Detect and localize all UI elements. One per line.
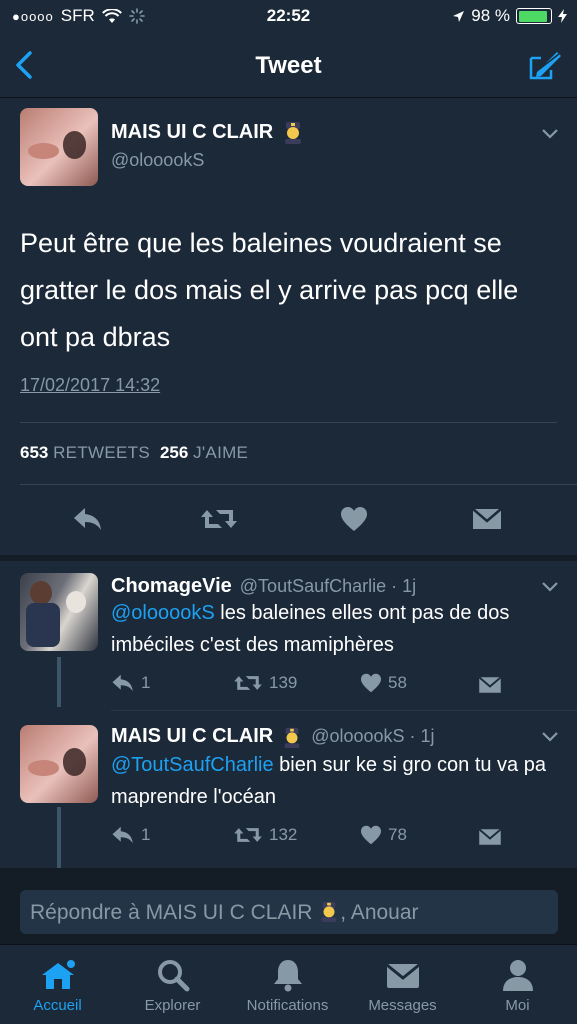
tab-bar: Accueil Explorer Notifications Messages … [0, 944, 577, 1024]
author-handle[interactable]: @olooookS [111, 150, 204, 171]
status-bar: ●oooo SFR 22:52 98 % [0, 0, 577, 34]
chevron-down-icon[interactable] [541, 128, 559, 140]
retweet-button[interactable]: 139 [233, 673, 297, 693]
reply-author-handle[interactable]: @olooookS · 1j [311, 726, 434, 747]
tweet-actions [0, 500, 577, 540]
tweet-timestamp[interactable]: 17/02/2017 14:32 [20, 375, 160, 396]
tab-label: Notifications [246, 997, 329, 1014]
like-icon[interactable] [340, 506, 368, 532]
avatar[interactable] [20, 108, 98, 186]
chevron-down-icon[interactable] [541, 731, 559, 743]
tweet-stats: 653 RETWEETS 256 J'AIME [20, 443, 248, 463]
reply-thread: ChomageVie @ToutSaufCharlie · 1j @oloooo… [0, 555, 577, 868]
retweet-count: 132 [269, 825, 298, 844]
reply-button[interactable]: 1 [111, 825, 150, 845]
avatar[interactable] [20, 725, 98, 803]
reply-icon [112, 674, 133, 692]
reply-text: @olooookS les baleines elles ont pas de … [111, 602, 510, 656]
reply-icon [112, 826, 133, 844]
charging-bolt-icon [558, 9, 567, 23]
home-icon [41, 960, 75, 989]
reply-author-handle[interactable]: @ToutSaufCharlie · 1j [240, 576, 416, 597]
thread-connector [57, 807, 61, 868]
mention-link[interactable]: @olooookS [111, 602, 215, 624]
tab-label: Messages [368, 997, 437, 1014]
like-icon [361, 825, 381, 845]
like-button[interactable]: 58 [360, 673, 407, 693]
reply-actions: 1 132 78 [0, 825, 577, 865]
bell-icon [273, 960, 302, 992]
retweet-button[interactable]: 132 [233, 825, 297, 845]
navigation-bar: Tweet [0, 34, 577, 98]
tab-messages[interactable]: Messages [345, 945, 460, 1024]
reply-icon[interactable] [72, 506, 104, 532]
author-name[interactable]: MAIS UI C CLAIR [111, 121, 273, 144]
tab-label: Accueil [33, 997, 82, 1014]
reply-placeholder-suffix: , Anouar [340, 901, 419, 924]
page-title: Tweet [255, 52, 322, 79]
direct-message-icon[interactable] [478, 675, 502, 695]
tweet-text: Peut être que les baleines voudraient se… [20, 228, 519, 352]
tab-me[interactable]: Moi [460, 945, 575, 1024]
reply-author-name[interactable]: ChomageVie [111, 575, 232, 598]
tab-label: Explorer [144, 997, 201, 1014]
divider [111, 710, 577, 711]
tab-explore[interactable]: Explorer [115, 945, 230, 1024]
tab-label: Moi [505, 997, 530, 1014]
envelope-icon [385, 963, 420, 988]
police-officer-emoji-icon [284, 727, 300, 748]
chevron-down-icon[interactable] [541, 581, 559, 593]
reply-author-name[interactable]: MAIS UI C CLAIR [111, 725, 273, 748]
thread-connector [57, 657, 61, 707]
battery-percent: 98 % [471, 6, 510, 25]
main-tweet: MAIS UI C CLAIR @olooookS Peut être que … [0, 98, 577, 555]
reply-placeholder: Répondre à MAIS UI C CLAIR [30, 901, 313, 924]
police-officer-emoji-icon [285, 122, 302, 144]
retweet-icon [234, 676, 262, 690]
direct-message-icon[interactable] [478, 827, 502, 847]
like-button[interactable]: 78 [360, 825, 407, 845]
person-icon [502, 960, 533, 991]
divider [20, 484, 577, 485]
like-icon [361, 673, 381, 693]
battery-icon [516, 8, 552, 24]
avatar[interactable] [20, 573, 98, 651]
reply-count: 1 [141, 673, 151, 692]
reply-input[interactable]: Répondre à MAIS UI C CLAIR , Anouar [20, 890, 558, 934]
retweet-icon[interactable] [200, 506, 238, 532]
reply-text: @ToutSaufCharlie bien sur ke si gro con … [111, 754, 546, 808]
direct-message-icon[interactable] [472, 506, 502, 532]
like-count: 58 [388, 673, 407, 692]
likes-stat[interactable]: 256 J'AIME [160, 443, 248, 463]
location-arrow-icon [453, 10, 465, 22]
reply-button[interactable]: 1 [111, 673, 150, 693]
retweets-stat[interactable]: 653 RETWEETS [20, 443, 150, 463]
tab-notifications[interactable]: Notifications [230, 945, 345, 1024]
like-count: 78 [388, 825, 407, 844]
reply-count: 1 [141, 825, 151, 844]
retweet-count: 139 [269, 673, 298, 692]
police-officer-emoji-icon [321, 901, 337, 922]
retweet-icon [234, 828, 262, 842]
divider [20, 422, 557, 423]
reply-actions: 1 139 58 [0, 673, 577, 713]
search-icon [157, 960, 189, 992]
mention-link[interactable]: @ToutSaufCharlie [111, 754, 274, 776]
compose-icon[interactable] [527, 48, 563, 82]
tab-home[interactable]: Accueil [0, 945, 115, 1024]
